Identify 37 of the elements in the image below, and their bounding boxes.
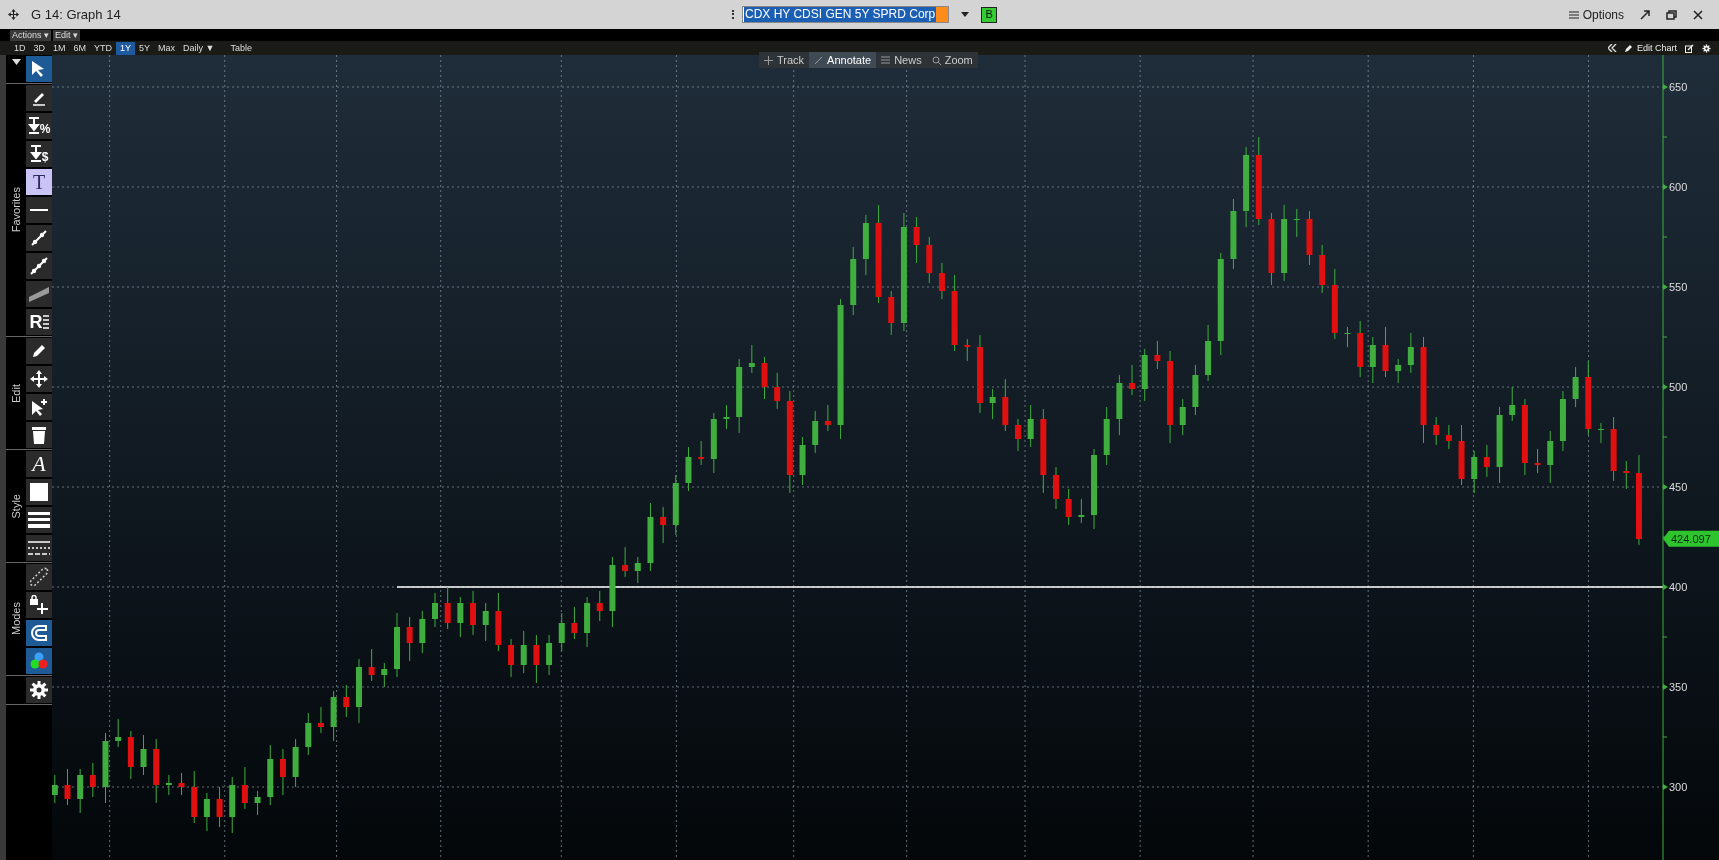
- tool-button[interactable]: A: [26, 451, 52, 477]
- section-label: Modes: [8, 602, 23, 636]
- period-tab[interactable]: 1M: [49, 41, 70, 55]
- axis-label: 450: [1669, 481, 1688, 493]
- menu-button[interactable]: Actions ▾: [10, 29, 51, 41]
- security-type-button[interactable]: B: [981, 6, 998, 23]
- period-tab[interactable]: 1D: [10, 41, 30, 55]
- menu-button[interactable]: Edit ▾: [53, 29, 81, 41]
- period-tab[interactable]: 1Y: [116, 41, 136, 55]
- chart-mode-tab[interactable]: Annotate: [809, 52, 877, 68]
- period-tab[interactable]: 5Y: [135, 41, 155, 55]
- axis-label: 550: [1669, 281, 1688, 293]
- table-button[interactable]: Table: [218, 41, 265, 55]
- tool-button[interactable]: T: [26, 169, 52, 195]
- edit-chart-button[interactable]: Edit Chart: [1624, 41, 1677, 55]
- axis-label: 400: [1669, 581, 1688, 593]
- text-tool-glyph: T: [32, 172, 46, 192]
- font-glyph: A: [32, 453, 46, 475]
- axis-label: 500: [1669, 381, 1688, 393]
- axis-label: 300: [1669, 781, 1688, 793]
- window-title: G 14: Graph 14: [31, 5, 121, 24]
- section-label: Favorites: [8, 187, 23, 233]
- period-tab[interactable]: 6M: [69, 41, 91, 55]
- period-tab[interactable]: YTD: [90, 41, 117, 55]
- axis-label: 650: [1669, 81, 1688, 93]
- security-field[interactable]: CDX HY CDSI GEN 5Y SPRD Corp: [742, 6, 950, 23]
- chart-mode-tab[interactable]: Track: [759, 52, 810, 68]
- options-button[interactable]: Options: [1568, 5, 1624, 24]
- axis-label: 600: [1669, 181, 1688, 193]
- period-tab[interactable]: Max: [154, 41, 180, 55]
- frequency-dropdown[interactable]: Daily ▼: [179, 41, 219, 55]
- axis-label: 350: [1669, 681, 1688, 693]
- period-tab[interactable]: 3D: [29, 41, 50, 55]
- section-label: Edit: [8, 383, 23, 403]
- chart-mode-tab[interactable]: News: [876, 52, 927, 68]
- section-label: Style: [8, 493, 23, 519]
- chart-mode-tab[interactable]: Zoom: [926, 52, 978, 68]
